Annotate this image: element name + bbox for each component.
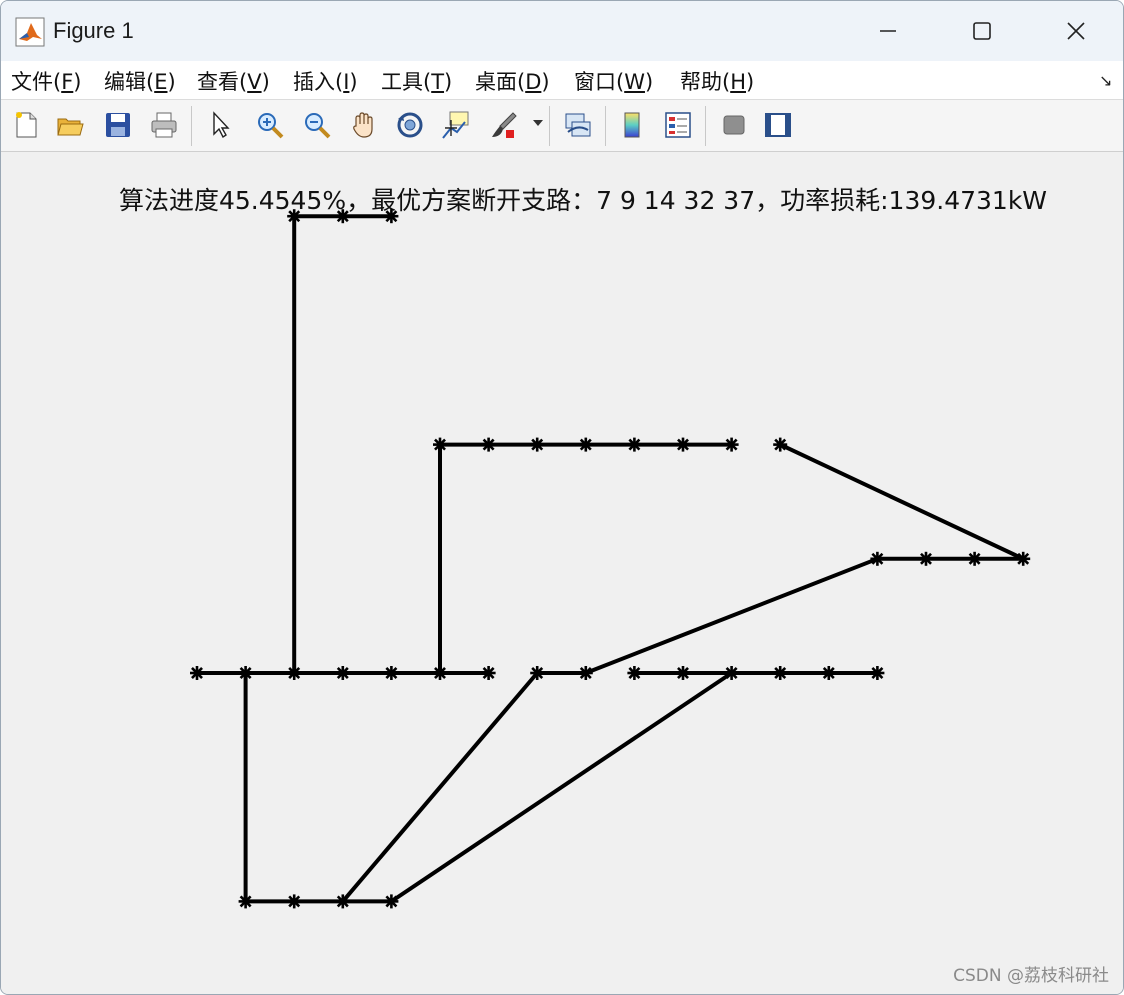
show-plot-tools-icon	[765, 113, 791, 137]
new-figure-button[interactable]	[9, 108, 43, 142]
menu-bar: 文件(F) 编辑(E) 查看(V) 插入(I) 工具(T) 桌面(D) 窗口(W…	[1, 61, 1123, 100]
open-button[interactable]	[53, 108, 87, 142]
toolbar-separator	[549, 106, 550, 146]
menu-insert[interactable]: 插入(I)	[293, 66, 358, 96]
data-cursor-icon	[442, 111, 469, 139]
node-marker	[967, 551, 982, 566]
pan-button[interactable]	[347, 108, 381, 142]
node-marker	[627, 666, 642, 680]
save-button[interactable]	[101, 108, 135, 142]
branch-line	[779, 442, 1025, 561]
pointer-icon	[213, 111, 230, 139]
node-marker	[481, 437, 496, 452]
node-marker	[190, 666, 204, 680]
menu-window[interactable]: 窗口(W)	[574, 66, 653, 96]
toolbar-separator	[705, 106, 706, 146]
menu-edit[interactable]: 编辑(E)	[104, 66, 176, 96]
pointer-button[interactable]	[203, 108, 237, 142]
zoom-out-icon	[305, 113, 331, 139]
data-cursor-button[interactable]	[439, 108, 473, 142]
brush-button[interactable]	[487, 108, 521, 142]
node-marker	[530, 666, 545, 680]
dock-arrow-icon[interactable]: ↘	[1099, 71, 1112, 90]
node-marker	[676, 666, 690, 680]
node-marker	[530, 437, 545, 452]
matlab-icon	[15, 17, 45, 47]
node-marker	[627, 437, 642, 452]
zoom-in-icon	[258, 113, 284, 139]
window-title: Figure 1	[53, 18, 134, 43]
link-icon	[565, 113, 591, 137]
menu-tools[interactable]: 工具(T)	[381, 66, 452, 96]
node-marker	[335, 209, 350, 224]
menu-view[interactable]: 查看(V)	[197, 66, 270, 96]
node-marker	[773, 437, 788, 452]
menu-desktop[interactable]: 桌面(D)	[475, 66, 550, 96]
hide-plot-tools-button[interactable]	[717, 108, 751, 142]
watermark-text: CSDN @荔枝科研社	[953, 966, 1109, 986]
rotate-icon	[397, 112, 423, 138]
toolbar-separator	[605, 106, 606, 146]
toolbar-separator	[191, 106, 192, 146]
close-icon	[1067, 22, 1085, 40]
node-marker	[238, 894, 253, 909]
menu-help[interactable]: 帮助(H)	[680, 66, 754, 96]
node-marker	[335, 894, 350, 909]
node-marker	[870, 551, 885, 566]
node-marker	[724, 437, 739, 452]
network-plot	[190, 209, 1031, 909]
node-marker	[433, 666, 447, 680]
node-marker	[433, 437, 447, 452]
zoom-in-button[interactable]	[253, 108, 287, 142]
node-marker	[870, 666, 885, 680]
node-marker	[287, 209, 302, 224]
colorbar-icon	[624, 112, 640, 138]
save-icon	[106, 113, 130, 137]
print-icon	[151, 112, 177, 138]
colorbar-button[interactable]	[615, 108, 649, 142]
node-marker	[821, 666, 836, 680]
figure-window: Figure 1 文件(F) 编辑(E) 查看(V) 插入(I) 工具(T) 桌…	[0, 0, 1124, 995]
maximize-icon	[973, 22, 991, 40]
node-marker	[287, 666, 302, 680]
close-button[interactable]	[1029, 1, 1123, 61]
figure-toolbar	[1, 100, 1123, 152]
rotate-button[interactable]	[393, 108, 427, 142]
node-marker	[384, 209, 399, 224]
brush-icon	[492, 112, 517, 138]
title-bar[interactable]: Figure 1	[1, 1, 1123, 61]
node-marker	[1016, 551, 1031, 566]
pan-icon	[353, 112, 373, 138]
minimize-icon	[880, 30, 896, 32]
hide-plot-tools-icon	[723, 115, 745, 135]
print-button[interactable]	[147, 108, 181, 142]
link-button[interactable]	[561, 108, 595, 142]
node-marker	[481, 666, 496, 680]
zoom-out-button[interactable]	[300, 108, 334, 142]
open-icon	[57, 118, 84, 136]
maximize-button[interactable]	[935, 1, 1029, 61]
legend-icon	[665, 112, 691, 138]
node-marker	[724, 666, 739, 680]
minimize-button[interactable]	[841, 1, 935, 61]
show-plot-tools-button[interactable]	[761, 108, 795, 142]
node-marker	[578, 666, 593, 680]
node-marker	[578, 437, 593, 452]
node-marker	[676, 437, 690, 452]
node-marker	[238, 666, 253, 680]
node-marker	[384, 894, 399, 909]
node-marker	[773, 666, 788, 680]
legend-button[interactable]	[661, 108, 695, 142]
node-marker	[919, 551, 933, 566]
figure-canvas[interactable]: 算法进度45.4545%，最优方案断开支路：7 9 14 32 37，功率损耗:…	[1, 152, 1123, 994]
node-marker	[335, 666, 350, 680]
new-figure-icon	[16, 112, 37, 138]
node-marker	[287, 894, 302, 909]
node-marker	[384, 666, 399, 680]
branch-line	[585, 556, 879, 675]
brush-dropdown-icon[interactable]	[533, 120, 543, 126]
menu-file[interactable]: 文件(F)	[11, 66, 82, 96]
